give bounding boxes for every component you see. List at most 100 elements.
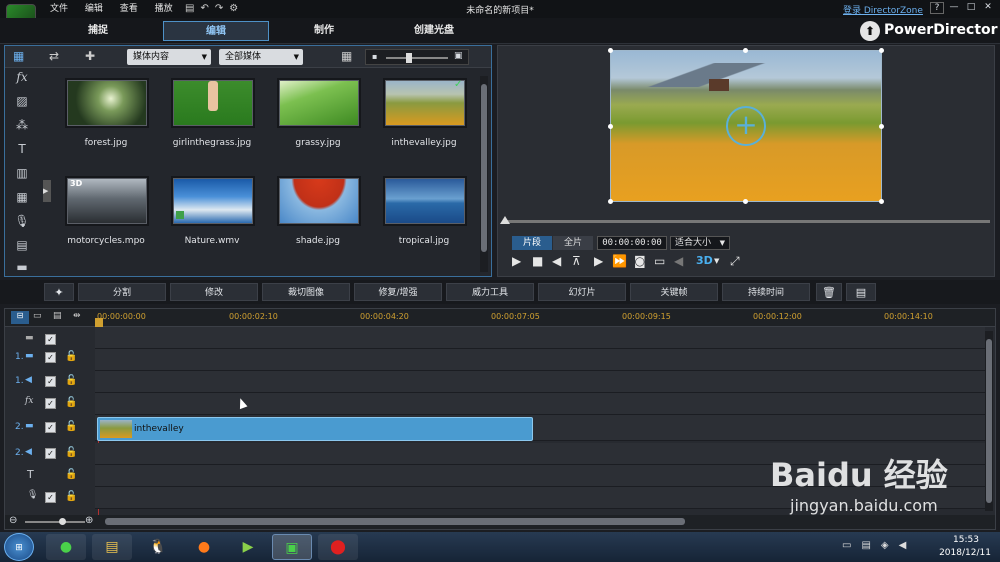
playhead-marker[interactable] xyxy=(95,318,103,327)
system-tray-icons[interactable]: ▭▤◈◀ xyxy=(842,540,916,551)
track-enable-checkbox[interactable]: ✓ xyxy=(45,448,56,459)
resize-handle[interactable] xyxy=(879,124,884,129)
media-thumb-motorcycles[interactable]: 3D xyxy=(67,178,147,224)
modify-button[interactable]: 修改 xyxy=(170,283,258,301)
media-thumb-nature[interactable] xyxy=(173,178,253,224)
undock-icon[interactable]: ⤢ xyxy=(730,254,740,269)
slideshow-button[interactable]: 幻灯片 xyxy=(538,283,626,301)
secondary-display-icon[interactable]: ▭ xyxy=(654,254,665,268)
resize-handle[interactable] xyxy=(608,48,613,53)
track-enable-checkbox[interactable]: ✓ xyxy=(45,398,56,409)
upgrade-arrow-icon[interactable]: ⬆ xyxy=(860,21,880,41)
3d-toggle[interactable]: 3D xyxy=(696,254,713,267)
lock-icon[interactable]: 🔓 xyxy=(65,375,77,386)
lock-icon[interactable]: 🔓 xyxy=(65,447,77,458)
media-thumb-shade[interactable] xyxy=(279,178,359,224)
particle-room-icon[interactable]: ⁂ xyxy=(12,116,32,134)
library-scrollbar[interactable] xyxy=(480,76,488,272)
resize-handle[interactable] xyxy=(743,48,748,53)
resize-handle[interactable] xyxy=(879,199,884,204)
media-room-icon[interactable]: ▦ xyxy=(13,49,31,65)
maximize-button[interactable]: □ xyxy=(964,2,978,12)
media-thumb-grassy[interactable] xyxy=(279,80,359,126)
volume-icon[interactable]: ◀ xyxy=(674,254,683,268)
timeline-track[interactable] xyxy=(95,327,985,349)
tab-produce[interactable]: 制作 xyxy=(274,21,374,41)
taskbar-app-firefox-icon[interactable]: ● xyxy=(184,534,224,560)
menu-play[interactable]: 播放 xyxy=(155,0,173,18)
timeline-horizontal-scrollbar[interactable] xyxy=(105,518,685,525)
start-button[interactable]: ⊞ xyxy=(4,533,34,561)
track-enable-checkbox[interactable]: ✓ xyxy=(45,376,56,387)
more-features-icon[interactable]: ▤ xyxy=(846,283,876,301)
pip-room-icon[interactable]: ▨ xyxy=(12,92,32,110)
fix-enhance-button[interactable]: 修复/增强 xyxy=(354,283,442,301)
crop-image-button[interactable]: 裁切图像 xyxy=(262,283,350,301)
lock-icon[interactable]: 🔓 xyxy=(65,397,77,408)
chapter-room-icon[interactable]: ▤ xyxy=(12,236,32,254)
track-manager-icon[interactable]: ▤ xyxy=(53,311,62,321)
directorzone-login-link[interactable]: 登录 DirectorZone xyxy=(843,3,923,16)
clip-mode-button[interactable]: 片段 xyxy=(512,236,552,250)
taskbar-app-360-icon[interactable]: ● xyxy=(46,534,86,560)
split-marker-icon[interactable]: ⊼ xyxy=(572,254,581,268)
fast-forward-icon[interactable]: ⏩ xyxy=(612,254,627,268)
timeline-vertical-scrollbar[interactable] xyxy=(985,331,993,511)
timeline-ruler[interactable]: ⊟ ▭ ▤ ⇹ 00:00:00:00 00:00:02:10 00:00:04… xyxy=(5,309,995,327)
menu-edit[interactable]: 编辑 xyxy=(85,0,103,18)
scroll-thumb[interactable] xyxy=(986,339,992,503)
grid-view-icon[interactable]: ▦ xyxy=(341,49,352,63)
media-thumb-forest[interactable] xyxy=(67,80,147,126)
timeline-track[interactable] xyxy=(95,371,985,393)
keyframe-button[interactable]: 关键帧 xyxy=(630,283,718,301)
resize-handle[interactable] xyxy=(743,199,748,204)
slider-thumb[interactable] xyxy=(406,53,412,63)
taskbar-app-recorder-icon[interactable]: ⬤ xyxy=(318,534,358,560)
duration-button[interactable]: 持续时间 xyxy=(722,283,810,301)
fit-timeline-icon[interactable]: ⇹ xyxy=(73,311,81,321)
lock-icon[interactable]: 🔓 xyxy=(65,491,77,502)
snapshot-icon[interactable]: ◙ xyxy=(634,254,646,268)
lock-icon[interactable]: 🔓 xyxy=(65,469,77,480)
taskbar-app-tool-icon[interactable]: ▶ xyxy=(228,534,268,560)
minimize-button[interactable]: — xyxy=(947,2,961,12)
help-button[interactable]: ? xyxy=(930,2,944,14)
timeline-view-icon[interactable]: ⊟ xyxy=(11,311,29,324)
split-button[interactable]: 分割 xyxy=(78,283,166,301)
track-enable-checkbox[interactable]: ✓ xyxy=(45,334,56,345)
timeline-clip-inthevalley[interactable]: inthevalley xyxy=(97,417,533,441)
tab-create-disc[interactable]: 创建光盘 xyxy=(384,21,484,41)
chevron-down-icon[interactable]: ▼ xyxy=(714,257,719,265)
media-thumb-inthevalley[interactable]: ✓ xyxy=(385,79,465,126)
zoom-in-icon[interactable]: ⊕ xyxy=(85,515,93,526)
timecode-display[interactable]: 00:00:00:00 xyxy=(597,236,667,250)
zoom-slider[interactable] xyxy=(25,521,85,523)
stop-icon[interactable]: ■ xyxy=(532,254,543,268)
track-enable-checkbox[interactable]: ✓ xyxy=(45,422,56,433)
track-enable-checkbox[interactable]: ✓ xyxy=(45,492,56,503)
zoom-out-icon[interactable]: ⊖ xyxy=(9,515,17,526)
import-icon[interactable]: ⇄ xyxy=(49,49,67,65)
tab-edit[interactable]: 编辑 xyxy=(163,21,269,41)
previous-frame-icon[interactable]: ◀ xyxy=(552,254,561,268)
resize-handle[interactable] xyxy=(608,124,613,129)
next-frame-icon[interactable]: ▶ xyxy=(594,254,603,268)
thumbnail-size-slider[interactable]: ▪ ▣ xyxy=(365,49,469,65)
title-room-icon[interactable]: T xyxy=(12,140,32,158)
fit-size-dropdown[interactable]: 适合大小 ▼ xyxy=(670,236,730,250)
transition-room-icon[interactable]: ▥ xyxy=(12,164,32,182)
fx-room-icon[interactable]: fx xyxy=(12,68,32,86)
track-enable-checkbox[interactable]: ✓ xyxy=(45,352,56,363)
taskbar-app-qq-icon[interactable]: 🐧 xyxy=(138,534,178,560)
lock-icon[interactable]: 🔓 xyxy=(65,421,77,432)
zoom-slider-thumb[interactable] xyxy=(59,518,66,525)
menu-file[interactable]: 文件 xyxy=(50,0,68,18)
taskbar-app-explorer-icon[interactable]: ▤ xyxy=(92,534,132,560)
content-filter-dropdown[interactable]: 媒体内容 ▼ xyxy=(127,49,211,65)
timeline-track[interactable] xyxy=(95,349,985,371)
plugin-icon[interactable]: ✚ xyxy=(85,49,103,65)
resize-handle[interactable] xyxy=(879,48,884,53)
scroll-thumb[interactable] xyxy=(481,84,487,252)
media-thumb-tropical[interactable] xyxy=(385,178,465,224)
preview-image[interactable]: + xyxy=(610,50,882,202)
